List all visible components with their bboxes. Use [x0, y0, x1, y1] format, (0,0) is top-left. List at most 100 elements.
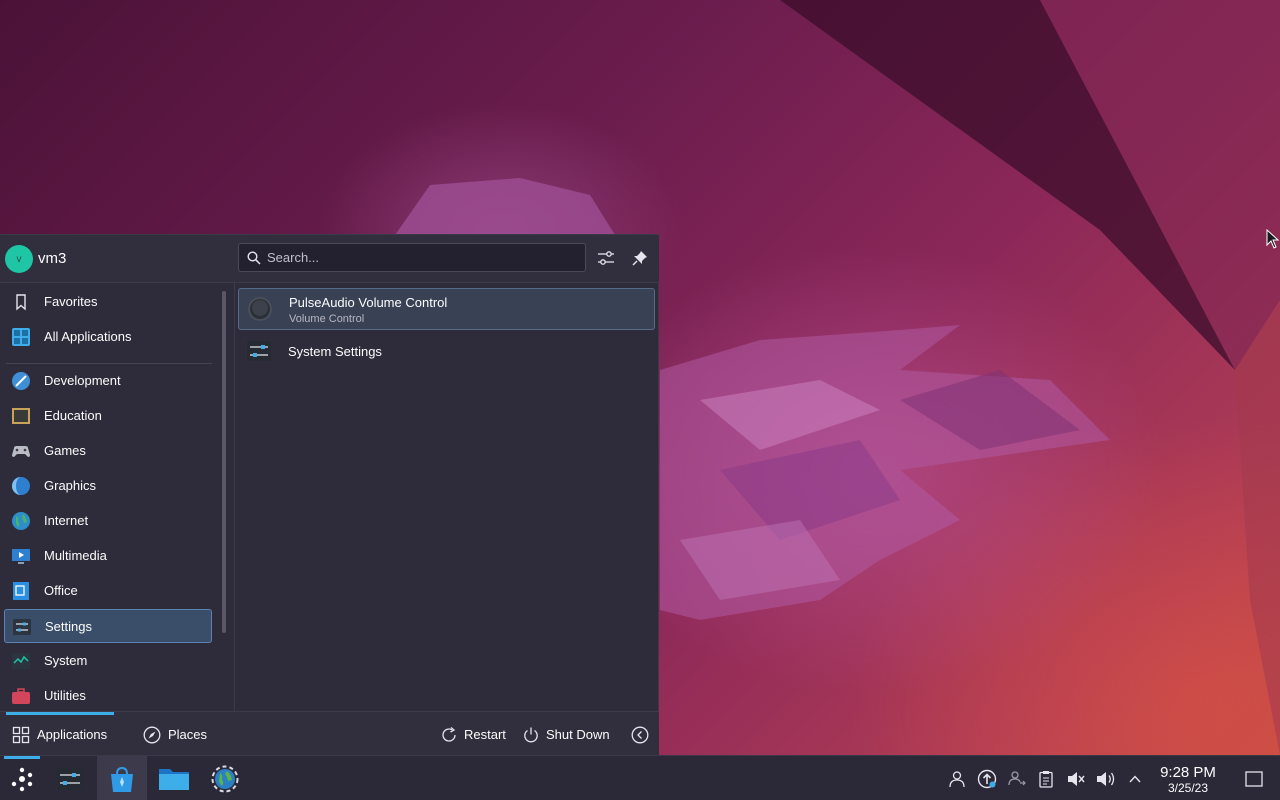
launcher-footer: Applications Places Restart Shut Down: [0, 711, 659, 756]
app-title: System Settings: [288, 344, 382, 359]
pin-icon: [632, 251, 647, 266]
update-icon: [977, 769, 997, 789]
category-education[interactable]: Education: [4, 399, 212, 433]
system-settings-icon: [57, 767, 83, 790]
avatar-letter: v: [16, 253, 22, 265]
avatar[interactable]: v: [5, 245, 33, 273]
clipboard-icon: [1039, 771, 1053, 788]
app-item-pulseaudio[interactable]: PulseAudio Volume Control Volume Control: [238, 288, 655, 330]
tray-expand-button[interactable]: [1125, 769, 1145, 789]
category-label: Office: [44, 583, 78, 598]
launcher-header: v vm3: [0, 235, 659, 283]
application-launcher-button[interactable]: [0, 756, 44, 800]
user-name: vm3: [38, 250, 67, 267]
chevron-left-circle-icon: [631, 726, 649, 743]
category-label: System: [44, 653, 88, 668]
configure-button[interactable]: [595, 247, 617, 269]
category-office[interactable]: Office: [4, 574, 212, 608]
graphics-icon: [12, 477, 30, 495]
system-settings-icon: [247, 341, 271, 361]
category-development[interactable]: Development: [4, 364, 212, 398]
category-multimedia[interactable]: Multimedia: [4, 539, 212, 573]
taskbar: 9:28 PM 3/25/23: [0, 755, 1280, 800]
taskbar-discover[interactable]: [97, 756, 147, 800]
category-settings[interactable]: Settings: [4, 609, 212, 643]
category-label: All Applications: [44, 329, 132, 344]
chevron-up-icon: [1129, 775, 1141, 783]
settings-icon: [13, 619, 31, 635]
grid-icon: [12, 328, 30, 346]
taskbar-system-settings[interactable]: [48, 756, 92, 800]
category-system[interactable]: System: [4, 644, 212, 678]
system-icon: [12, 653, 30, 669]
multimedia-icon: [12, 549, 30, 564]
search-input[interactable]: [267, 247, 577, 268]
tab-label: Places: [168, 727, 208, 742]
tray-audio-muted[interactable]: [1066, 769, 1086, 789]
pin-button[interactable]: [629, 247, 651, 269]
application-launcher-icon: [11, 767, 33, 791]
show-desktop-button[interactable]: [1244, 769, 1264, 789]
taskbar-file-manager[interactable]: [152, 756, 196, 800]
category-label: Settings: [45, 619, 92, 634]
category-label: Internet: [44, 513, 89, 528]
tray-updates[interactable]: [977, 769, 997, 789]
shut-down-button[interactable]: Shut Down: [522, 712, 610, 757]
category-list: Favorites All Applications Development E…: [0, 283, 222, 711]
app-item-system-settings[interactable]: System Settings: [238, 334, 655, 368]
search-icon: [247, 251, 261, 265]
category-label: Favorites: [44, 294, 98, 309]
bookmark-icon: [16, 294, 26, 311]
category-label: Multimedia: [44, 548, 107, 563]
tray-kde-connect[interactable]: [1007, 769, 1027, 789]
kde-connect-icon: [1008, 771, 1026, 786]
more-actions-button[interactable]: [631, 712, 649, 757]
volume-icon: [1097, 772, 1115, 786]
tab-label: Applications: [37, 727, 108, 742]
education-icon: [12, 408, 30, 424]
development-icon: [12, 372, 30, 390]
shut-down-label: Shut Down: [546, 727, 610, 742]
power-icon: [524, 727, 538, 742]
category-games[interactable]: Games: [4, 434, 212, 468]
category-label: Utilities: [44, 688, 86, 703]
volume-knob-icon: [248, 297, 272, 321]
category-label: Education: [44, 408, 102, 423]
tab-applications[interactable]: Applications: [12, 712, 107, 757]
office-icon: [13, 582, 29, 600]
category-label: Graphics: [44, 478, 97, 493]
category-graphics[interactable]: Graphics: [4, 469, 212, 503]
show-desktop-icon: [1245, 771, 1263, 787]
pane-divider: [234, 283, 235, 711]
category-favorites[interactable]: Favorites: [4, 285, 212, 319]
sliders-icon: [598, 251, 614, 265]
user-icon: [949, 771, 965, 788]
clock-date[interactable]: 3/25/23: [1152, 781, 1224, 795]
category-scrollbar[interactable]: [222, 291, 226, 633]
tray-clipboard[interactable]: [1036, 769, 1056, 789]
globe-icon: [12, 512, 30, 530]
restart-button[interactable]: Restart: [440, 712, 506, 757]
app-title: PulseAudio Volume Control: [289, 295, 448, 310]
search-box[interactable]: [238, 243, 586, 272]
tab-places[interactable]: Places: [143, 712, 207, 757]
utilities-icon: [12, 688, 30, 704]
tray-volume[interactable]: [1096, 769, 1116, 789]
compass-icon: [143, 726, 161, 743]
taskbar-web-browser[interactable]: [203, 756, 247, 800]
application-launcher: v vm3 Favorites: [0, 234, 659, 756]
category-all-applications[interactable]: All Applications: [4, 320, 212, 354]
category-internet[interactable]: Internet: [4, 504, 212, 538]
category-utilities[interactable]: Utilities: [4, 679, 212, 711]
category-label: Development: [44, 373, 121, 388]
restart-icon: [442, 726, 456, 742]
web-browser-icon: [211, 765, 239, 792]
tray-user[interactable]: [947, 769, 967, 789]
category-label: Games: [44, 443, 86, 458]
clock-time[interactable]: 9:28 PM: [1152, 764, 1224, 781]
grid-icon: [12, 726, 30, 743]
discover-icon: [111, 766, 133, 792]
file-manager-icon: [159, 768, 189, 790]
muted-speaker-icon: [1068, 772, 1085, 786]
restart-label: Restart: [464, 727, 506, 742]
